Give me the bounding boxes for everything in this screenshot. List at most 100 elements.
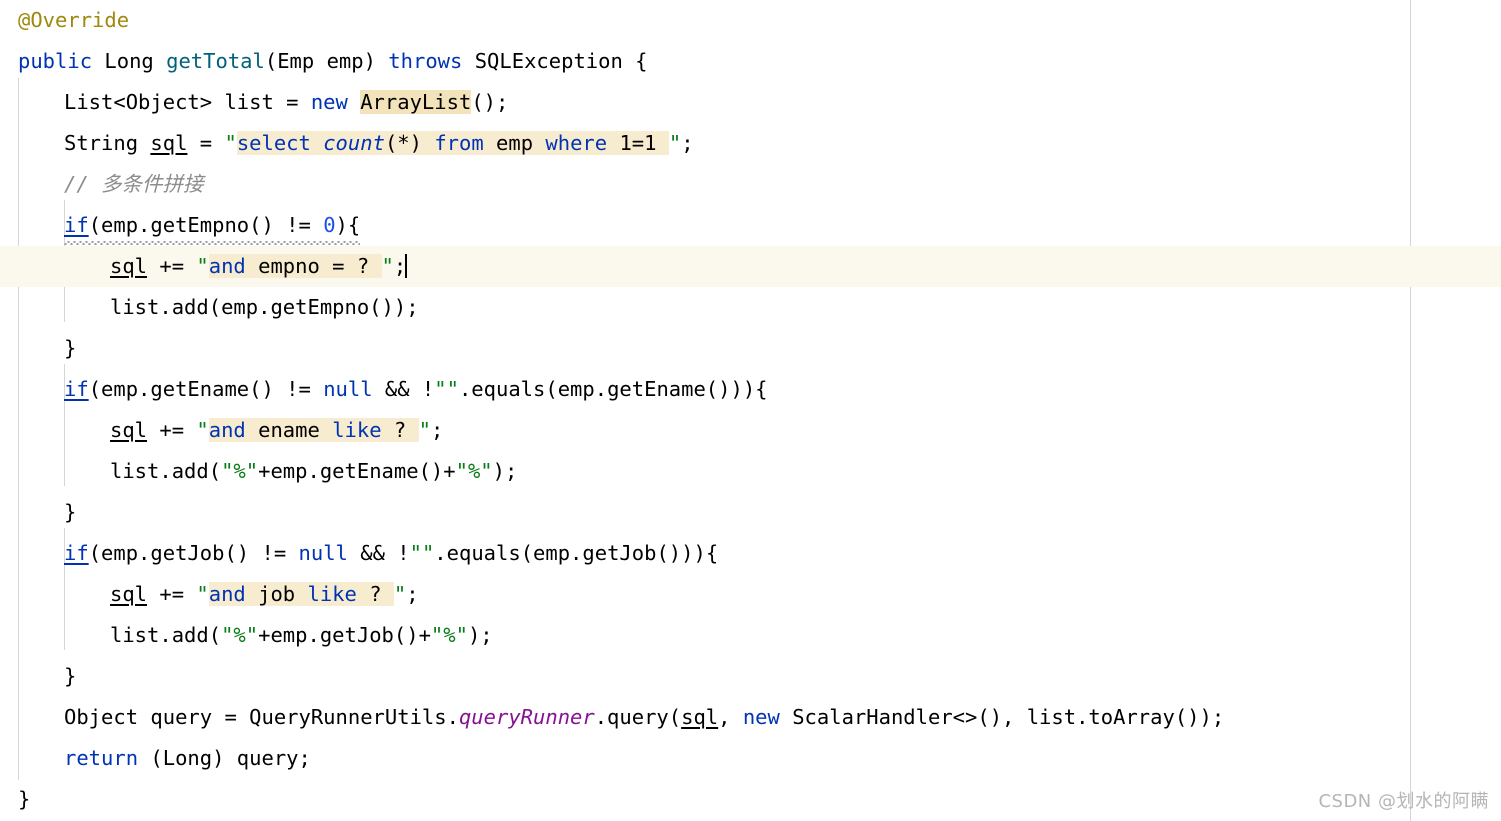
string-quote-open-2: " [196,254,209,278]
string-quote-close-1: " [668,131,682,155]
keyword-null-1: null [323,377,373,401]
keyword-new-1: new [310,90,348,114]
string-quote-open-4: " [196,582,209,606]
variable-sql-ref-4: sql [681,705,719,729]
string-quote-close-4: " [393,582,407,606]
variable-sql-declaration: sql [150,131,188,155]
variable-sql-ref-1: sql [110,254,148,278]
keyword-if-3: if [64,541,89,565]
semicolon-3: ; [430,418,444,442]
condition-job-b: && ! [347,541,410,565]
string-quote-close-3: " [418,418,431,442]
code-editor-pane[interactable]: @Override public Long getTotal(Emp emp) … [0,0,1501,821]
list-add-mid-2: +emp.getJob()+ [258,623,431,647]
sql-column-ename: ename [245,418,333,442]
sql-keyword-and-3: and [208,582,246,606]
annotation-override: @Override [18,8,130,32]
weak-warning-squiggle-1: if(emp.getEmpno() != 0){ [64,205,361,246]
condition-ename-b: && ! [372,377,435,401]
code-line-2[interactable]: public Long getTotal(Emp emp) throws SQL… [0,41,1501,82]
keyword-null-2: null [298,541,348,565]
code-line-15[interactable]: sql += "and job like ? "; [0,574,1501,615]
code-line-20[interactable]: } [0,779,1501,820]
variable-sql-ref-3: sql [110,582,148,606]
sql-keyword-and-2: and [208,418,246,442]
code-line-12[interactable]: list.add("%"+emp.getEname()+"%"); [0,451,1501,492]
sql-condition-1eq1: 1=1 [619,131,657,155]
declaration-list: List<Object> list = [64,90,311,114]
condition-empno-a: (emp.getEmpno() != [88,213,324,237]
keyword-if-2: if [64,377,89,401]
condition-ename-c: .equals(emp.getEname())){ [458,377,768,401]
sql-table-emp: emp [483,131,546,155]
list-add-prefix-1: list.add( [110,459,222,483]
append-op-3: += [147,582,197,606]
sql-function-count: count [323,131,385,155]
code-line-3[interactable]: List<Object> list = new ArrayList(); [0,82,1501,123]
keyword-new-2: new [742,705,780,729]
condition-ename-a: (emp.getEname() != [88,377,324,401]
string-quote-close-2: " [381,254,394,278]
sql-keyword-and-1: and [208,254,246,278]
method-params: (Emp emp) [264,49,389,73]
string-quote-open-1: " [224,131,237,155]
percent-literal-close-2: "%" [430,623,468,647]
sql-star-arg: (*) [384,131,435,155]
close-brace-3: } [64,664,77,688]
sql-empno-clause: empno = ? [245,254,382,278]
code-line-11[interactable]: sql += "and ename like ? "; [0,410,1501,451]
percent-literal-open-1: "%" [221,459,259,483]
append-op-1: += [147,254,197,278]
sql-placeholder-1: ? [381,418,419,442]
list-add-mid-1: +emp.getEname()+ [258,459,456,483]
keyword-if-1: if [64,213,89,237]
empty-string-literal-2: "" [409,541,435,565]
arraylist-call-suffix: (); [471,90,509,114]
sql-placeholder-2: ? [356,582,394,606]
close-brace-method: } [18,787,31,811]
method-name-gettotal: getTotal [166,49,265,73]
sql-space-2 [607,131,619,155]
append-op-2: += [147,418,197,442]
sql-keyword-like-2: like [307,582,357,606]
condition-job-c: .equals(emp.getJob())){ [434,541,719,565]
code-line-18[interactable]: Object query = QueryRunnerUtils.queryRun… [0,697,1501,738]
code-line-14[interactable]: if(emp.getJob() != null && !"".equals(em… [0,533,1501,574]
code-line-10[interactable]: if(emp.getEname() != null && !"".equals(… [0,369,1501,410]
sql-column-job: job [245,582,308,606]
code-line-5[interactable]: // 多条件拼接 [0,164,1501,205]
list-add-suffix-1: ); [492,459,518,483]
sql-keyword-where: where [545,131,608,155]
code-lines[interactable]: @Override public Long getTotal(Emp emp) … [0,0,1501,821]
code-line-13[interactable]: } [0,492,1501,533]
sql-keyword-from: from [434,131,484,155]
keyword-throws: throws [388,49,463,73]
sql-fragment-base-query: select count(*) from emp where 1=1 [236,131,669,155]
code-line-4[interactable]: String sql = "select count(*) from emp w… [0,123,1501,164]
space-1 [348,90,360,114]
code-line-8[interactable]: list.add(emp.getEmpno()); [0,287,1501,328]
code-line-1[interactable]: @Override [0,0,1501,41]
empty-string-literal-1: "" [434,377,459,401]
return-type-long: Long [92,49,167,73]
keyword-return: return [64,746,139,770]
query-call-mid: .query( [594,705,682,729]
number-zero: 0 [323,213,336,237]
code-line-6[interactable]: if(emp.getEmpno() != 0){ [0,205,1501,246]
close-brace-1: } [64,336,77,360]
percent-literal-open-2: "%" [221,623,259,647]
variable-sql-ref-2: sql [110,418,148,442]
semicolon-4: ; [406,582,419,606]
static-field-queryrunner: queryRunner [458,705,595,729]
throws-exception: SQLException { [462,49,648,73]
identifier-highlight-arraylist: ArrayList [360,90,472,114]
code-line-17[interactable]: } [0,656,1501,697]
code-line-19[interactable]: return (Long) query; [0,738,1501,779]
code-line-16[interactable]: list.add("%"+emp.getJob()+"%"); [0,615,1501,656]
text-caret [405,254,408,278]
code-line-9[interactable]: } [0,328,1501,369]
condition-empno-b: ){ [335,213,361,237]
sql-fragment-empno: and empno = ? [208,254,382,278]
code-line-7[interactable]: sql += "and empno = ? "; [0,246,1501,287]
semicolon-1: ; [681,131,694,155]
